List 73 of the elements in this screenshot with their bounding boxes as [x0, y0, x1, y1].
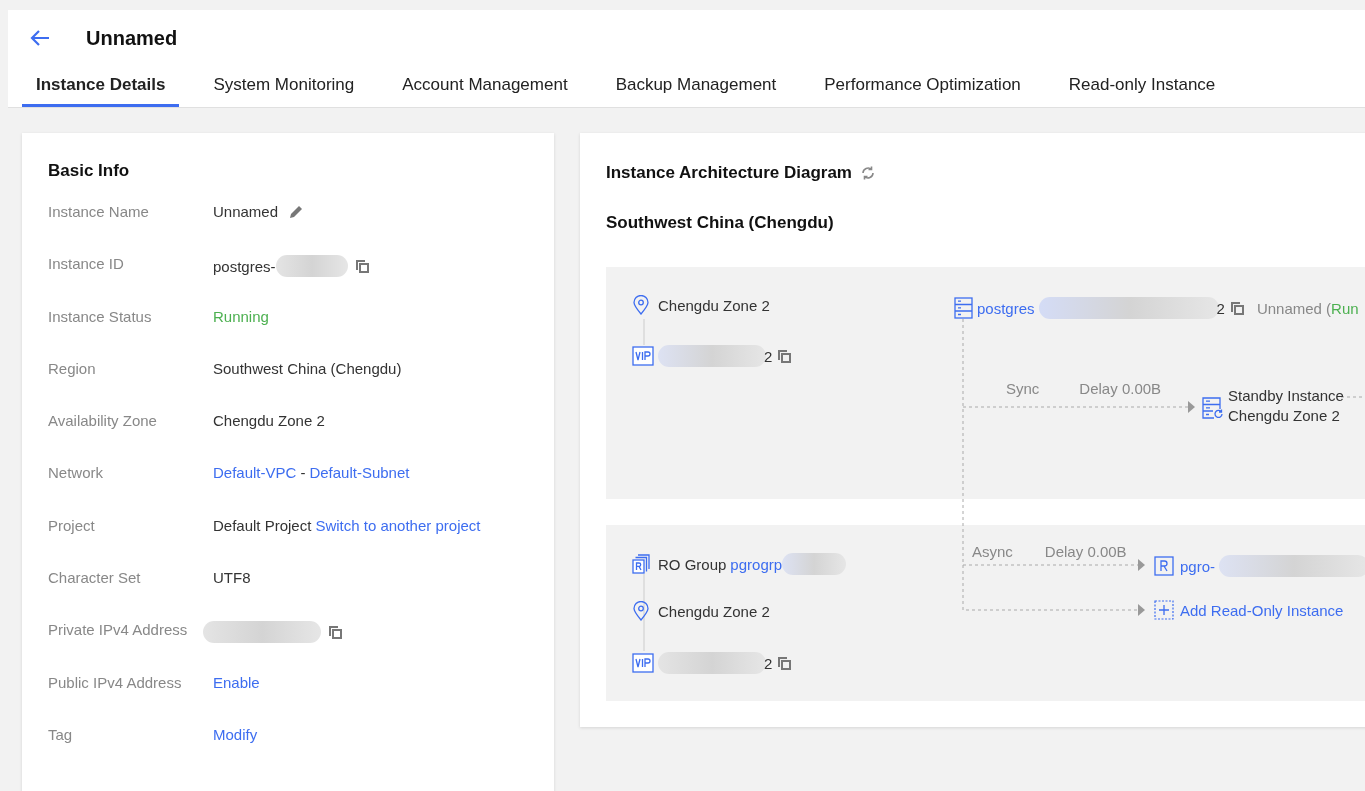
- region-title: Southwest China (Chengdu): [606, 213, 835, 233]
- field-label: Public IPv4 Address: [48, 673, 183, 691]
- back-arrow-icon[interactable]: [30, 29, 50, 47]
- delay-label: Delay 0.00B: [1044, 543, 1127, 560]
- field-value: UTF8: [213, 569, 251, 587]
- status-text: Running: [213, 307, 269, 325]
- tab[interactable]: Instance Details: [22, 66, 180, 107]
- location-pin-icon: [632, 601, 650, 621]
- copy-icon[interactable]: [776, 348, 793, 364]
- tab[interactable]: Backup Management: [601, 66, 791, 107]
- separator-text: -: [300, 464, 306, 482]
- id-tail-text: 2: [1216, 299, 1225, 317]
- zone-text: Chengdu Zone 2: [1228, 407, 1340, 424]
- tab[interactable]: Account Management: [388, 66, 582, 107]
- copy-icon[interactable]: [776, 655, 793, 671]
- blurred-text: [782, 553, 847, 575]
- arrow-head-icon: [1188, 401, 1195, 413]
- field-label: Project: [48, 516, 96, 534]
- location-pin-icon: [632, 295, 650, 315]
- vip-badge-icon: [632, 653, 654, 673]
- delay-label: Delay 0.00B: [1079, 380, 1162, 397]
- page-title: Unnamed: [86, 26, 178, 50]
- copy-icon[interactable]: [327, 624, 343, 641]
- ip-tail-text: 2: [764, 347, 773, 365]
- pencil-icon[interactable]: [288, 203, 305, 220]
- refresh-icon[interactable]: [859, 165, 876, 181]
- ro-group-link[interactable]: pgrogrp: [730, 555, 783, 573]
- field-label: Region: [48, 359, 97, 377]
- instance-name-text: Unnamed (Run: [1256, 299, 1359, 317]
- tab[interactable]: Performance Optimization: [810, 66, 1035, 107]
- standby-server-icon: [1202, 397, 1224, 421]
- subnet-link[interactable]: Default-Subnet: [309, 464, 410, 482]
- field-label: Instance ID: [48, 255, 125, 273]
- card-title: Instance Architecture Diagram: [606, 163, 852, 183]
- add-icon[interactable]: [1154, 600, 1174, 620]
- copy-icon[interactable]: [353, 258, 370, 275]
- field-label: Availability Zone: [48, 412, 158, 430]
- vip-badge-icon: [632, 346, 654, 366]
- standby-title: Standby Instance: [1228, 387, 1344, 404]
- zone-text: Chengdu Zone 2: [658, 296, 770, 314]
- field-value: Southwest China (Chengdu): [213, 359, 402, 377]
- ro-group-icon: [632, 554, 650, 574]
- ro-group-label: RO Group: [658, 555, 727, 573]
- field-label: Instance Name: [48, 203, 150, 220]
- field-label: Instance Status: [48, 307, 153, 325]
- field-value: Chengdu Zone 2: [213, 412, 325, 430]
- instance-link[interactable]: pgro-: [1180, 557, 1216, 575]
- switch-project-link[interactable]: Switch to another project: [315, 516, 481, 534]
- field-value: postgres-: [213, 257, 276, 275]
- field-label: Private IPv4 Address: [48, 621, 189, 639]
- add-readonly-link[interactable]: Add Read-Only Instance: [1180, 601, 1344, 619]
- arrow-head-icon: [1138, 559, 1145, 571]
- tab[interactable]: Read-only Instance: [1054, 66, 1230, 107]
- field-label: Network: [48, 464, 104, 482]
- readonly-instance-icon: [1154, 556, 1174, 576]
- arrow-head-icon: [1138, 604, 1145, 616]
- action-link[interactable]: Modify: [213, 725, 258, 743]
- server-icon: [954, 297, 973, 319]
- card-title: Basic Info: [48, 161, 131, 181]
- field-value: Default Project: [213, 516, 312, 534]
- instance-link[interactable]: postgres: [977, 299, 1035, 317]
- ip-tail-text: 2: [764, 654, 773, 672]
- connector-line: [1340, 396, 1365, 398]
- field-label: Character Set: [48, 569, 142, 587]
- action-link[interactable]: Enable: [213, 673, 260, 691]
- field-label: Tag: [48, 725, 74, 743]
- field-value: Unnamed: [213, 203, 279, 220]
- sync-label: Sync: [1006, 380, 1040, 397]
- sync-label: Async: [972, 543, 1013, 560]
- zone-text: Chengdu Zone 2: [658, 602, 770, 620]
- vpc-link[interactable]: Default-VPC: [213, 464, 297, 482]
- tab[interactable]: System Monitoring: [199, 66, 369, 107]
- copy-icon[interactable]: [1228, 300, 1245, 316]
